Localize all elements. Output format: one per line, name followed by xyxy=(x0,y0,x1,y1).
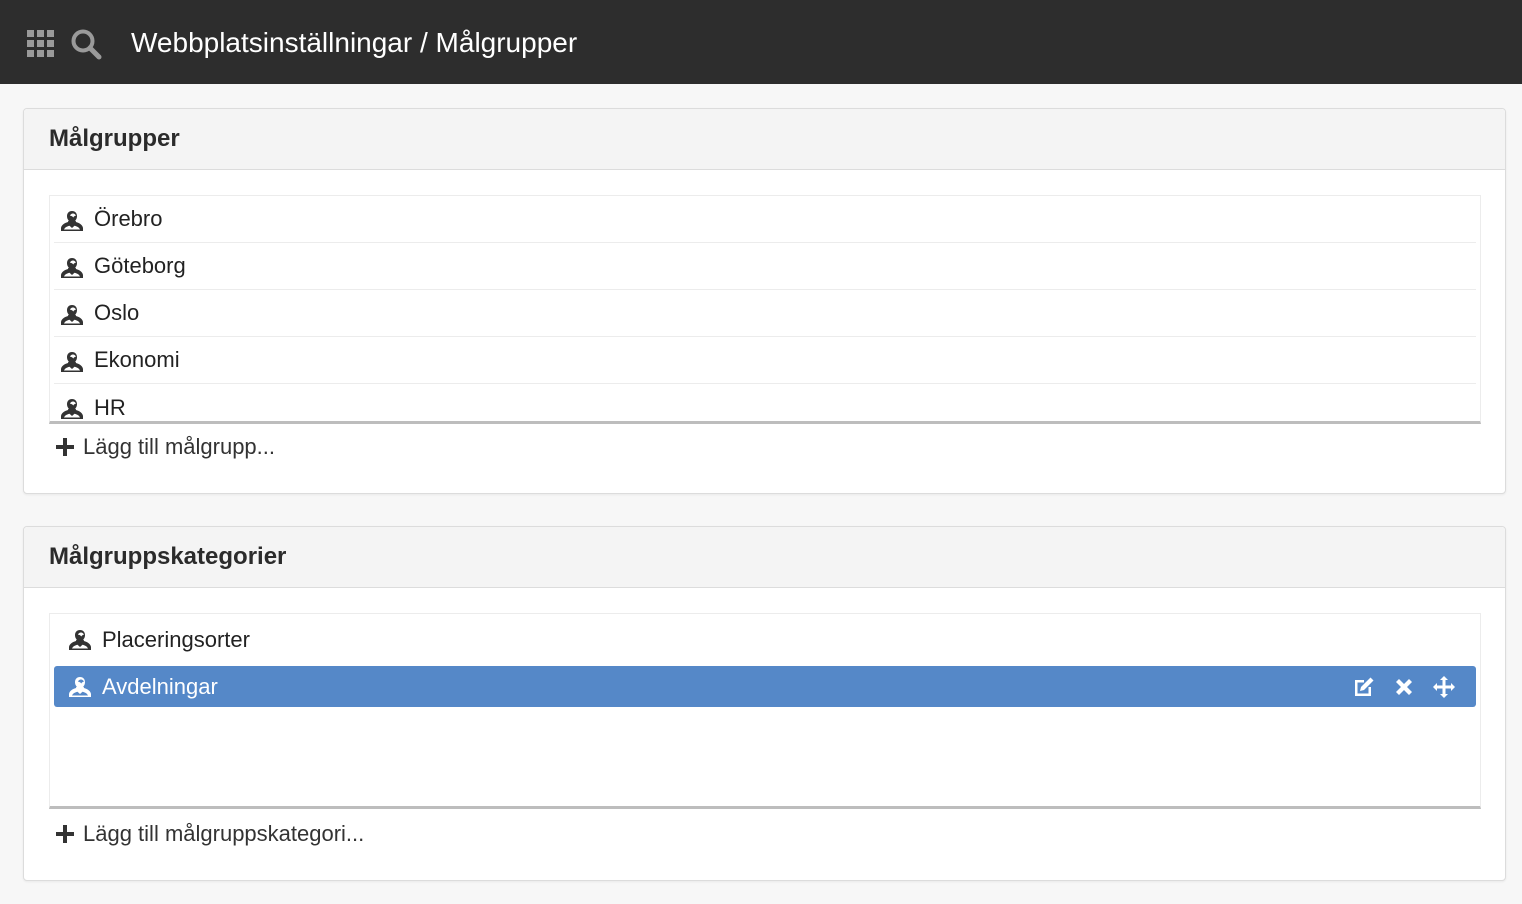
list-item-label: Placeringsorter xyxy=(102,626,250,652)
audiences-panel-title: Målgrupper xyxy=(49,125,180,152)
list-item-label: Ekonomi xyxy=(94,347,180,372)
add-audience-label: Lägg till målgrupp... xyxy=(83,434,275,459)
page-title: Webbplatsinställningar / Målgrupper xyxy=(131,27,578,58)
list-item-label: HR xyxy=(94,394,126,420)
close-icon[interactable] xyxy=(1392,675,1416,699)
list-item-audience[interactable]: Örebro xyxy=(54,196,1476,243)
categories-panel-header: Målgruppskategorier xyxy=(24,527,1505,588)
search-icon[interactable] xyxy=(70,28,102,60)
move-icon[interactable] xyxy=(1432,675,1456,699)
person-icon xyxy=(69,677,91,697)
categories-panel: Målgruppskategorier Placeringsorter Avde… xyxy=(23,526,1506,881)
list-item-audience[interactable]: Göteborg xyxy=(54,243,1476,290)
list-item-audience[interactable]: Oslo xyxy=(54,290,1476,337)
person-icon xyxy=(61,399,83,419)
list-item-audience[interactable]: HR xyxy=(54,384,1476,421)
categories-list[interactable]: Placeringsorter Avdelningar xyxy=(49,613,1481,809)
person-icon xyxy=(61,211,83,231)
add-category-label: Lägg till målgruppskategori... xyxy=(83,821,365,846)
list-item-label: Oslo xyxy=(94,300,140,325)
edit-icon[interactable] xyxy=(1352,675,1376,699)
audiences-panel-header: Målgrupper xyxy=(24,109,1505,170)
person-icon xyxy=(61,305,83,325)
list-item-category-selected[interactable]: Avdelningar xyxy=(54,666,1476,707)
person-icon xyxy=(69,630,91,650)
add-audience-button[interactable]: Lägg till målgrupp... xyxy=(55,434,275,460)
list-item-category[interactable]: Placeringsorter xyxy=(54,619,1476,660)
person-icon xyxy=(61,352,83,372)
plus-icon xyxy=(56,825,74,843)
list-item-label: Göteborg xyxy=(94,253,186,278)
row-actions xyxy=(1352,675,1456,699)
list-item-label: Avdelningar xyxy=(102,673,218,699)
list-item-label: Örebro xyxy=(94,206,163,231)
audiences-list[interactable]: Örebro Göteborg Oslo Ekonomi HR xyxy=(49,195,1481,424)
add-category-button[interactable]: Lägg till målgruppskategori... xyxy=(55,821,364,847)
top-bar: Webbplatsinställningar / Målgrupper xyxy=(0,0,1522,84)
plus-icon xyxy=(56,438,74,456)
grid-icon[interactable] xyxy=(27,30,54,57)
audiences-panel: Målgrupper Örebro Göteborg Oslo Ekonomi … xyxy=(23,108,1506,494)
list-item-audience[interactable]: Ekonomi xyxy=(54,337,1476,384)
person-icon xyxy=(61,258,83,278)
categories-panel-title: Målgruppskategorier xyxy=(49,543,287,570)
